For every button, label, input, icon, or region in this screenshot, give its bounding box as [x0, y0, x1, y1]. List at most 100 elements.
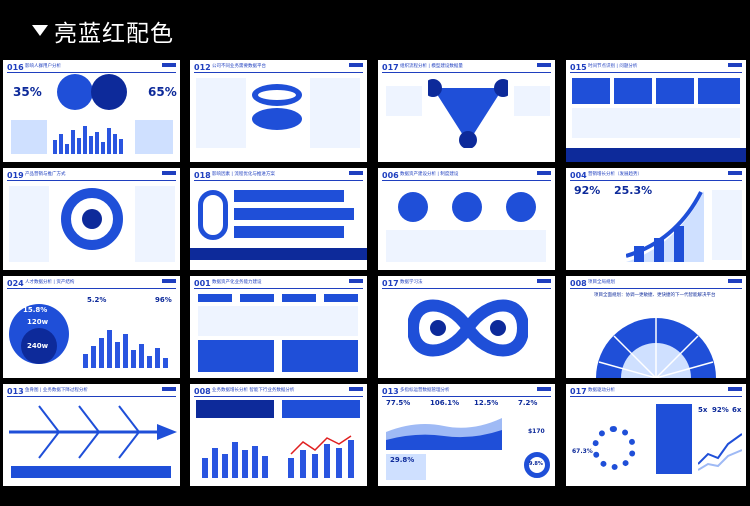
bar — [212, 448, 218, 478]
text-block — [310, 78, 360, 148]
caret-down-icon — [32, 25, 48, 36]
stat-value: 29.8% — [390, 456, 415, 464]
logo — [162, 63, 176, 67]
divider — [570, 288, 742, 289]
area-chart — [386, 418, 502, 450]
bar — [83, 354, 88, 368]
slide-thumbnail[interactable]: 008 业务数据增长分析 智能下行业务数据分析 — [190, 384, 367, 486]
circle-shape — [398, 192, 428, 222]
slide-thumbnail[interactable]: 017 数据学习法 — [378, 276, 555, 378]
divider — [194, 72, 363, 73]
slide-thumbnail[interactable]: 018 影响因素 | 流程优化与推进方案 — [190, 168, 367, 270]
slide-number: 008 — [570, 279, 587, 288]
logo — [537, 387, 551, 391]
bar — [89, 136, 93, 154]
slide-thumbnail[interactable]: 001 数据资产化业务能力建设 — [190, 276, 367, 378]
slide-number: 008 — [194, 387, 211, 396]
stat-value: 92% — [712, 406, 729, 414]
slide-title: 鱼骨图 | 业务数据下降过程分析 — [25, 388, 88, 393]
header-tag — [282, 294, 316, 302]
slide-thumbnail[interactable]: 004 营销增长分析（发展趋势） 92% 25.3% — [566, 168, 746, 270]
slide-thumbnail[interactable]: 017 数据驱动分析 67.3% 5x 92% 6x — [566, 384, 746, 486]
slide-number: 024 — [7, 279, 24, 288]
bar — [139, 344, 144, 368]
bar — [163, 358, 168, 368]
circle-shape — [82, 209, 102, 229]
divider — [7, 288, 176, 289]
page-header: 亮蓝红配色 — [0, 0, 750, 50]
divider — [570, 396, 742, 397]
bar — [77, 138, 81, 154]
logo — [728, 171, 742, 175]
slide-number: 017 — [382, 279, 399, 288]
slide-subtitle: 项目全面规划：协调一更敏捷、更快捷的下一代智能解决平台 — [594, 293, 716, 298]
slide-number: 004 — [570, 171, 587, 180]
slide-number: 006 — [382, 171, 399, 180]
logo — [728, 63, 742, 67]
slide-thumbnail[interactable]: 006 数据资产建设分析 | 制度建设 — [378, 168, 555, 270]
slide-thumbnail[interactable]: 024 人才数据分析 | 资产结构 15.8% 120w 240w 5.2% 9… — [3, 276, 180, 378]
logo — [537, 171, 551, 175]
footer-bar — [566, 148, 746, 162]
bar — [107, 128, 111, 154]
fishbone-diagram — [9, 405, 177, 459]
bar — [222, 454, 228, 478]
text-block — [712, 190, 742, 260]
slide-thumbnail[interactable]: 015 时间节点识别 | 问题分析 — [566, 60, 746, 162]
slide-thumbnail[interactable]: 012 公司不同业务需要数据平台 — [190, 60, 367, 162]
stat-value: 120w — [27, 318, 49, 326]
info-panel — [135, 120, 173, 154]
text-block — [196, 78, 246, 148]
bar — [119, 139, 123, 154]
divider — [382, 72, 551, 73]
slide-title: 公司不同业务需要数据平台 — [212, 64, 266, 69]
slide-number: 017 — [570, 387, 587, 396]
stat-value: 92% — [574, 184, 601, 197]
logo — [537, 63, 551, 67]
stat-value: 5.2% — [87, 296, 107, 304]
divider — [382, 288, 551, 289]
bar — [155, 348, 160, 368]
stat-value: 65% — [148, 85, 177, 99]
slide-thumbnail[interactable]: 017 组织流程分析 | 模型建设数据量 — [378, 60, 555, 162]
slide-thumbnail[interactable]: 019 产品营销与推广方式 — [3, 168, 180, 270]
header-tag — [324, 294, 358, 302]
slide-thumbnail[interactable]: 016 影响人群用户分析 35% 65% — [3, 60, 180, 162]
slide-thumbnail[interactable]: 013 多指标运营数据管理分析 77.5% 106.1% 12.5% 7.2% … — [378, 384, 555, 486]
slide-thumbnail[interactable]: 013 鱼骨图 | 业务数据下降过程分析 — [3, 384, 180, 486]
slide-thumbnail[interactable]: 008 项目全局规划 项目全面规划：协调一更敏捷、更快捷的下一代智能解决平台 — [566, 276, 746, 378]
arrow-bar — [234, 190, 344, 202]
ring-shape — [198, 190, 228, 240]
stat-value: 35% — [13, 85, 42, 99]
arrow-bar — [234, 226, 344, 238]
bar — [115, 342, 120, 368]
logo — [162, 279, 176, 283]
slide-number: 001 — [194, 279, 211, 288]
bar — [123, 334, 128, 368]
bar — [91, 346, 96, 368]
header-tag — [240, 294, 274, 302]
logo — [537, 279, 551, 283]
arrow-bar — [234, 208, 354, 220]
stat-value: 15.8% — [23, 306, 48, 314]
slide-number: 019 — [7, 171, 24, 180]
card — [698, 78, 740, 104]
logo — [349, 279, 363, 283]
circle-shape — [91, 74, 127, 110]
stat-value: 5x — [698, 406, 708, 414]
logo — [162, 171, 176, 175]
stat-value: 240w — [27, 342, 49, 350]
divider — [382, 396, 551, 397]
page-title: 亮蓝红配色 — [54, 21, 174, 47]
bar — [232, 442, 238, 478]
logo — [162, 387, 176, 391]
slide-title: 项目全局规划 — [588, 280, 615, 285]
divider — [382, 180, 551, 181]
bar — [113, 134, 117, 154]
bar — [53, 140, 57, 154]
stat-value: $170 — [528, 428, 545, 435]
slide-title: 数据资产建设分析 | 制度建设 — [400, 172, 459, 177]
card — [656, 404, 692, 474]
text-block — [386, 230, 546, 262]
card — [198, 340, 274, 372]
